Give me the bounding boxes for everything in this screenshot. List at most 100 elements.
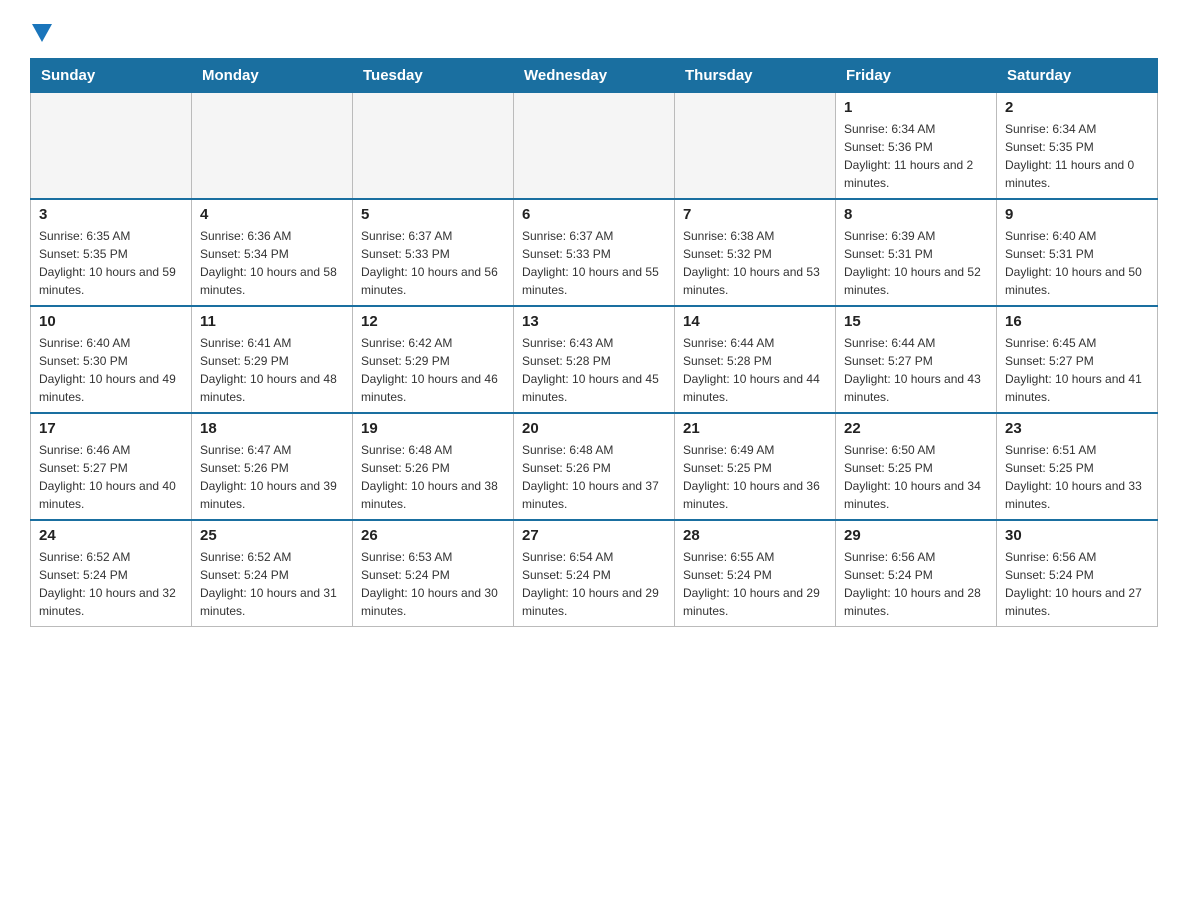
calendar-cell: 8Sunrise: 6:39 AMSunset: 5:31 PMDaylight… <box>836 199 997 306</box>
calendar-cell: 1 Sunrise: 6:34 AMSunset: 5:36 PMDaylight… <box>836 93 997 200</box>
calendar-cell: 17 Sunrise: 6:46 AMSunset: 5:27 PMDayligh… <box>31 413 192 520</box>
calendar-cell: 21Sunrise: 6:49 AMSunset: 5:25 PMDayligh… <box>675 413 836 520</box>
day-info: Sunrise: 6:34 AMSunset: 5:35 PMDaylight:… <box>1005 120 1149 192</box>
page-header <box>30 20 1158 42</box>
day-info: Sunrise: 6:39 AMSunset: 5:31 PMDaylight:… <box>844 227 988 299</box>
day-number: 10 <box>39 313 183 330</box>
day-info: Sunrise: 6:38 AMSunset: 5:32 PMDaylight:… <box>683 227 827 299</box>
logo <box>30 20 52 42</box>
calendar-cell: 19 Sunrise: 6:48 AMSunset: 5:26 PMDayligh… <box>353 413 514 520</box>
calendar-cell: 12 Sunrise: 6:42 AMSunset: 5:29 PMDayligh… <box>353 306 514 413</box>
calendar-cell: 7 Sunrise: 6:38 AMSunset: 5:32 PMDaylight… <box>675 199 836 306</box>
calendar-cell: 10 Sunrise: 6:40 AMSunset: 5:30 PMDayligh… <box>31 306 192 413</box>
day-info: Sunrise: 6:42 AMSunset: 5:29 PMDaylight:… <box>361 334 505 406</box>
day-number: 7 <box>683 206 827 223</box>
calendar-cell: 15 Sunrise: 6:44 AMSunset: 5:27 PMDayligh… <box>836 306 997 413</box>
day-number: 15 <box>844 313 988 330</box>
day-number: 1 <box>844 99 988 116</box>
day-info: Sunrise: 6:51 AMSunset: 5:25 PMDaylight:… <box>1005 441 1149 513</box>
calendar-cell: 11Sunrise: 6:41 AMSunset: 5:29 PMDayligh… <box>192 306 353 413</box>
day-number: 16 <box>1005 313 1149 330</box>
calendar-header-row: SundayMondayTuesdayWednesdayThursdayFrid… <box>31 59 1158 93</box>
day-info: Sunrise: 6:48 AMSunset: 5:26 PMDaylight:… <box>361 441 505 513</box>
day-number: 30 <box>1005 527 1149 544</box>
calendar-cell <box>514 93 675 200</box>
weekday-header-tuesday: Tuesday <box>353 59 514 93</box>
weekday-header-sunday: Sunday <box>31 59 192 93</box>
day-info: Sunrise: 6:44 AMSunset: 5:27 PMDaylight:… <box>844 334 988 406</box>
day-info: Sunrise: 6:49 AMSunset: 5:25 PMDaylight:… <box>683 441 827 513</box>
calendar-cell: 20 Sunrise: 6:48 AMSunset: 5:26 PMDayligh… <box>514 413 675 520</box>
calendar-cell: 24Sunrise: 6:52 AMSunset: 5:24 PMDayligh… <box>31 520 192 627</box>
calendar-cell: 9Sunrise: 6:40 AMSunset: 5:31 PMDaylight… <box>997 199 1158 306</box>
calendar-cell: 18 Sunrise: 6:47 AMSunset: 5:26 PMDayligh… <box>192 413 353 520</box>
weekday-header-monday: Monday <box>192 59 353 93</box>
calendar-cell <box>675 93 836 200</box>
logo-triangle-icon <box>32 24 52 42</box>
calendar-cell: 4Sunrise: 6:36 AMSunset: 5:34 PMDaylight… <box>192 199 353 306</box>
calendar-table: SundayMondayTuesdayWednesdayThursdayFrid… <box>30 58 1158 627</box>
day-info: Sunrise: 6:40 AMSunset: 5:30 PMDaylight:… <box>39 334 183 406</box>
day-number: 20 <box>522 420 666 437</box>
day-info: Sunrise: 6:56 AMSunset: 5:24 PMDaylight:… <box>1005 548 1149 620</box>
calendar-cell: 30 Sunrise: 6:56 AMSunset: 5:24 PMDayligh… <box>997 520 1158 627</box>
calendar-cell: 14 Sunrise: 6:44 AMSunset: 5:28 PMDayligh… <box>675 306 836 413</box>
day-info: Sunrise: 6:50 AMSunset: 5:25 PMDaylight:… <box>844 441 988 513</box>
day-info: Sunrise: 6:46 AMSunset: 5:27 PMDaylight:… <box>39 441 183 513</box>
day-info: Sunrise: 6:44 AMSunset: 5:28 PMDaylight:… <box>683 334 827 406</box>
day-number: 17 <box>39 420 183 437</box>
calendar-cell: 16 Sunrise: 6:45 AMSunset: 5:27 PMDayligh… <box>997 306 1158 413</box>
day-number: 29 <box>844 527 988 544</box>
day-number: 12 <box>361 313 505 330</box>
calendar-week-row: 3Sunrise: 6:35 AMSunset: 5:35 PMDaylight… <box>31 199 1158 306</box>
day-info: Sunrise: 6:37 AMSunset: 5:33 PMDaylight:… <box>361 227 505 299</box>
weekday-header-saturday: Saturday <box>997 59 1158 93</box>
day-number: 4 <box>200 206 344 223</box>
calendar-cell: 2 Sunrise: 6:34 AMSunset: 5:35 PMDaylight… <box>997 93 1158 200</box>
day-info: Sunrise: 6:41 AMSunset: 5:29 PMDaylight:… <box>200 334 344 406</box>
day-number: 19 <box>361 420 505 437</box>
day-number: 18 <box>200 420 344 437</box>
day-number: 25 <box>200 527 344 544</box>
calendar-cell <box>353 93 514 200</box>
day-number: 13 <box>522 313 666 330</box>
day-info: Sunrise: 6:52 AMSunset: 5:24 PMDaylight:… <box>200 548 344 620</box>
calendar-week-row: 24Sunrise: 6:52 AMSunset: 5:24 PMDayligh… <box>31 520 1158 627</box>
day-number: 5 <box>361 206 505 223</box>
calendar-cell <box>192 93 353 200</box>
weekday-header-friday: Friday <box>836 59 997 93</box>
day-number: 2 <box>1005 99 1149 116</box>
day-info: Sunrise: 6:54 AMSunset: 5:24 PMDaylight:… <box>522 548 666 620</box>
calendar-cell: 23 Sunrise: 6:51 AMSunset: 5:25 PMDayligh… <box>997 413 1158 520</box>
day-number: 23 <box>1005 420 1149 437</box>
day-info: Sunrise: 6:40 AMSunset: 5:31 PMDaylight:… <box>1005 227 1149 299</box>
calendar-cell: 26 Sunrise: 6:53 AMSunset: 5:24 PMDayligh… <box>353 520 514 627</box>
calendar-week-row: 1 Sunrise: 6:34 AMSunset: 5:36 PMDaylight… <box>31 93 1158 200</box>
day-info: Sunrise: 6:56 AMSunset: 5:24 PMDaylight:… <box>844 548 988 620</box>
weekday-header-wednesday: Wednesday <box>514 59 675 93</box>
calendar-cell: 27 Sunrise: 6:54 AMSunset: 5:24 PMDayligh… <box>514 520 675 627</box>
day-number: 26 <box>361 527 505 544</box>
calendar-week-row: 17 Sunrise: 6:46 AMSunset: 5:27 PMDayligh… <box>31 413 1158 520</box>
calendar-cell: 29 Sunrise: 6:56 AMSunset: 5:24 PMDayligh… <box>836 520 997 627</box>
day-info: Sunrise: 6:55 AMSunset: 5:24 PMDaylight:… <box>683 548 827 620</box>
day-number: 14 <box>683 313 827 330</box>
day-info: Sunrise: 6:48 AMSunset: 5:26 PMDaylight:… <box>522 441 666 513</box>
calendar-cell: 25 Sunrise: 6:52 AMSunset: 5:24 PMDayligh… <box>192 520 353 627</box>
day-info: Sunrise: 6:34 AMSunset: 5:36 PMDaylight:… <box>844 120 988 192</box>
day-info: Sunrise: 6:45 AMSunset: 5:27 PMDaylight:… <box>1005 334 1149 406</box>
day-info: Sunrise: 6:37 AMSunset: 5:33 PMDaylight:… <box>522 227 666 299</box>
calendar-cell: 22 Sunrise: 6:50 AMSunset: 5:25 PMDayligh… <box>836 413 997 520</box>
day-info: Sunrise: 6:47 AMSunset: 5:26 PMDaylight:… <box>200 441 344 513</box>
calendar-cell: 13Sunrise: 6:43 AMSunset: 5:28 PMDayligh… <box>514 306 675 413</box>
day-info: Sunrise: 6:52 AMSunset: 5:24 PMDaylight:… <box>39 548 183 620</box>
day-number: 27 <box>522 527 666 544</box>
calendar-cell: 3Sunrise: 6:35 AMSunset: 5:35 PMDaylight… <box>31 199 192 306</box>
day-number: 3 <box>39 206 183 223</box>
calendar-cell: 5 Sunrise: 6:37 AMSunset: 5:33 PMDaylight… <box>353 199 514 306</box>
day-number: 22 <box>844 420 988 437</box>
calendar-week-row: 10 Sunrise: 6:40 AMSunset: 5:30 PMDayligh… <box>31 306 1158 413</box>
weekday-header-thursday: Thursday <box>675 59 836 93</box>
day-info: Sunrise: 6:53 AMSunset: 5:24 PMDaylight:… <box>361 548 505 620</box>
day-number: 28 <box>683 527 827 544</box>
